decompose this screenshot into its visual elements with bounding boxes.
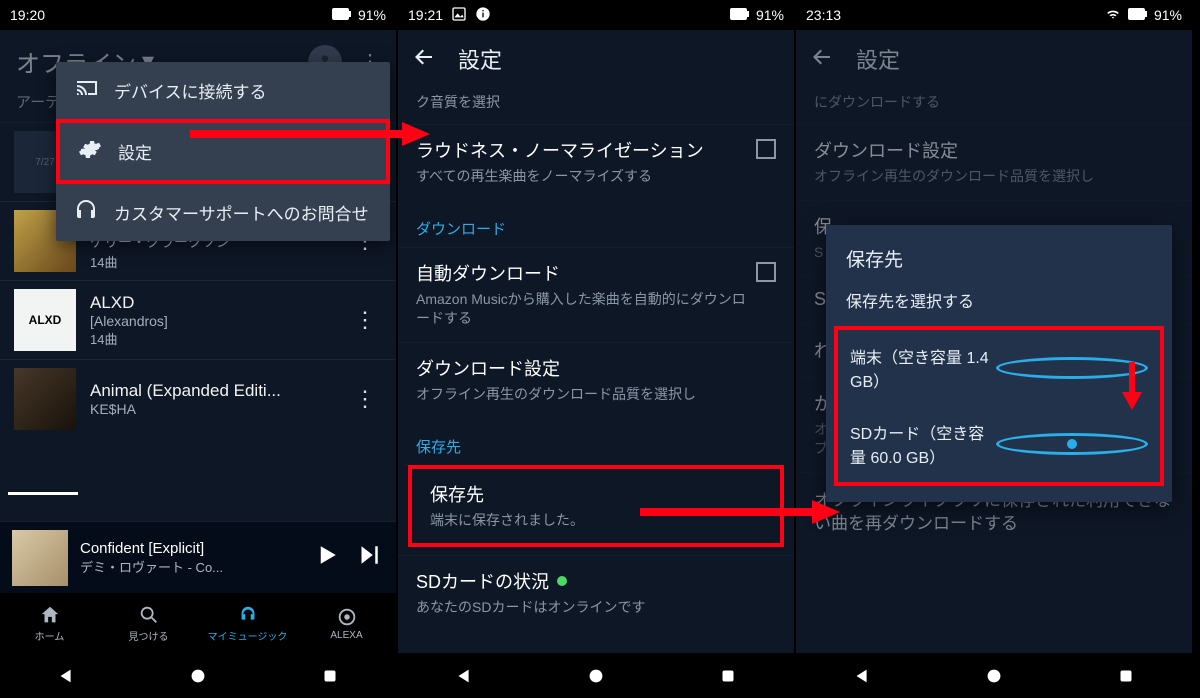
menu-item-support[interactable]: カスタマーサポートへのお問合せ — [56, 184, 390, 241]
back-button[interactable] — [450, 662, 478, 690]
info-icon — [475, 6, 491, 25]
nowplay-title: Confident [Explicit] — [80, 540, 300, 557]
status-time: 19:20 — [10, 7, 45, 23]
checkbox[interactable] — [756, 139, 776, 159]
radio-icon[interactable] — [996, 357, 1148, 379]
setting-storage-location[interactable]: 保存先 端末に保存されました。 — [408, 465, 784, 548]
storage-option-sd[interactable]: SDカード（空き容量 60.0 GB） — [838, 406, 1160, 482]
next-button[interactable] — [354, 540, 384, 575]
more-icon[interactable]: ⋮ — [348, 307, 382, 333]
setting-autodownload[interactable]: 自動ダウンロード Amazon Musicから購入した楽曲を自動的にダウンロード… — [398, 247, 794, 342]
cast-icon — [74, 76, 98, 105]
gear-icon — [78, 137, 102, 166]
image-icon — [451, 6, 467, 25]
section-download: ダウンロード — [398, 200, 794, 247]
battery-icon — [730, 7, 750, 23]
battery-pct: 91% — [756, 7, 784, 23]
album-count: 14曲 — [90, 252, 334, 271]
setting-loudness[interactable]: ラウドネス・ノーマライゼーション すべての再生楽曲をノーマライズする — [398, 124, 794, 200]
system-nav — [398, 653, 794, 698]
setting-desc-cut: にダウンロードする — [796, 88, 1192, 124]
status-time: 23:13 — [806, 7, 841, 23]
progress-bar — [8, 492, 78, 495]
battery-pct: 91% — [1154, 7, 1182, 23]
more-icon[interactable]: ⋮ — [348, 386, 382, 412]
menu-item-cast[interactable]: デバイスに接続する — [56, 62, 390, 119]
storage-option-device[interactable]: 端末（空き容量 1.4 GB） — [838, 330, 1160, 406]
dialog-title: 保存先 — [826, 243, 1172, 282]
page-header: 設定 — [796, 30, 1192, 88]
home-button[interactable] — [980, 662, 1008, 690]
dialog-subtitle: 保存先を選択する — [826, 282, 1172, 326]
setting-sd-status[interactable]: SDカードの状況 あなたのSDカードはオンラインです — [398, 555, 794, 631]
bottom-nav: ホーム 見つける マイミュージック ALEXA — [0, 593, 396, 653]
nav-find[interactable]: 見つける — [99, 593, 198, 653]
setting-download-quality[interactable]: ダウンロード設定 オフライン再生のダウンロード品質を選択し — [398, 342, 794, 418]
nav-alexa[interactable]: ALEXA — [297, 593, 396, 653]
battery-pct: 91% — [358, 7, 386, 23]
storage-dialog: 保存先 保存先を選択する 端末（空き容量 1.4 GB） SDカード（空き容量 … — [826, 225, 1172, 502]
checkbox[interactable] — [756, 262, 776, 282]
page-title: 設定 — [458, 43, 502, 75]
radio-icon[interactable] — [996, 433, 1148, 455]
page-header: 設定 — [398, 30, 794, 88]
back-button[interactable] — [848, 662, 876, 690]
album-row[interactable]: Animal (Expanded Editi... KE$HA ⋮ — [0, 359, 396, 438]
status-dot-icon — [557, 576, 567, 586]
wifi-icon — [1104, 7, 1122, 24]
back-icon[interactable] — [810, 45, 834, 74]
album-artist: KE$HA — [90, 401, 334, 417]
back-icon[interactable] — [412, 45, 436, 74]
battery-icon — [1128, 7, 1148, 23]
battery-icon — [332, 7, 352, 23]
home-button[interactable] — [184, 662, 212, 690]
section-storage: 保存先 — [398, 418, 794, 465]
setting-download-quality[interactable]: ダウンロード設定 オフライン再生のダウンロード品質を選択し — [796, 124, 1192, 200]
system-nav — [796, 653, 1192, 698]
album-title: Animal (Expanded Editi... — [90, 381, 334, 401]
setting-desc-cut: ク音質を選択 — [398, 88, 794, 124]
album-art: ALXD — [14, 289, 76, 351]
status-bar: 23:13 91% — [796, 0, 1192, 30]
album-artist: [Alexandros] — [90, 313, 334, 329]
album-count: 14曲 — [90, 329, 334, 348]
recents-button[interactable] — [316, 662, 344, 690]
home-button[interactable] — [582, 662, 610, 690]
nav-mymusic[interactable]: マイミュージック — [198, 593, 297, 653]
nowplay-artist: デミ・ロヴァート - Co... — [80, 557, 300, 576]
play-button[interactable] — [312, 540, 342, 575]
status-bar: 19:20 91% — [0, 0, 396, 30]
status-bar: 19:21 91% — [398, 0, 794, 30]
back-button[interactable] — [52, 662, 80, 690]
recents-button[interactable] — [714, 662, 742, 690]
headset-icon — [74, 198, 98, 227]
album-row[interactable]: ALXD ALXD [Alexandros] 14曲 ⋮ — [0, 280, 396, 359]
menu-item-settings[interactable]: 設定 — [56, 119, 390, 184]
overflow-menu: デバイスに接続する 設定 カスタマーサポートへのお問合せ — [56, 62, 390, 241]
page-title: 設定 — [856, 43, 900, 75]
album-title: ALXD — [90, 293, 334, 313]
now-playing-bar[interactable]: Confident [Explicit] デミ・ロヴァート - Co... — [0, 521, 396, 593]
nav-home[interactable]: ホーム — [0, 593, 99, 653]
album-art — [14, 368, 76, 430]
recents-button[interactable] — [1112, 662, 1140, 690]
system-nav — [0, 653, 396, 698]
nowplay-art — [12, 530, 68, 586]
status-time: 19:21 — [408, 7, 443, 23]
